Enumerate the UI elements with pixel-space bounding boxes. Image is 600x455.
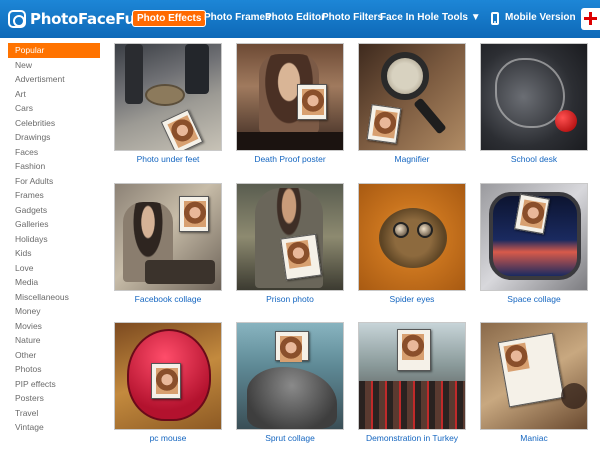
effect-thumbnail-sprut-collage[interactable] — [236, 322, 344, 430]
category-art[interactable]: Art — [8, 87, 100, 102]
collage-photo — [179, 196, 209, 232]
effect-tile[interactable]: School desk — [480, 43, 588, 164]
site-logo[interactable]: PhotoFaceFun — [8, 8, 146, 30]
spider-eye — [417, 222, 433, 238]
nav-photo-frames[interactable]: Photo Frames — [204, 11, 271, 25]
category-pip-effects[interactable]: PIP effects — [8, 377, 100, 392]
effect-tile[interactable]: Death Proof poster — [236, 43, 344, 164]
mouse-photo — [151, 363, 181, 399]
apple-shape — [555, 110, 577, 132]
category-photos[interactable]: Photos — [8, 362, 100, 377]
nav-tools-dropdown[interactable]: Tools ▼ — [442, 11, 481, 25]
effect-thumbnail-prison-photo[interactable] — [236, 183, 344, 291]
effect-tile[interactable]: Sprut collage — [236, 322, 344, 443]
top-navigation-bar: PhotoFaceFun Photo Effects Photo Frames … — [0, 0, 600, 38]
magnifier-handle — [413, 97, 447, 135]
effect-thumbnail-maniac[interactable] — [480, 322, 588, 430]
effect-tile[interactable]: Magnifier — [358, 43, 466, 164]
spider-body — [379, 208, 447, 268]
category-drawings[interactable]: Drawings — [8, 130, 100, 145]
poster-title-band — [237, 132, 343, 150]
effect-tile[interactable]: Prison photo — [236, 183, 344, 304]
manhole-shape — [145, 84, 185, 106]
category-advertisment[interactable]: Advertisment — [8, 72, 100, 87]
category-galleries[interactable]: Galleries — [8, 217, 100, 232]
site-logo-text: PhotoFaceFun — [30, 10, 146, 28]
magnified-photo — [366, 104, 402, 144]
dropped-photo — [160, 109, 204, 150]
effect-thumbnail-facebook-collage[interactable] — [114, 183, 222, 291]
category-popular[interactable]: Popular — [8, 43, 100, 58]
category-celebrities[interactable]: Celebrities — [8, 116, 100, 131]
category-sidebar: Popular New Advertisment Art Cars Celebr… — [8, 43, 100, 435]
boot-shape — [125, 44, 143, 104]
category-travel[interactable]: Travel — [8, 406, 100, 421]
category-vintage[interactable]: Vintage — [8, 420, 100, 435]
boot-shape — [185, 44, 209, 94]
category-nature[interactable]: Nature — [8, 333, 100, 348]
language-selector[interactable] — [581, 8, 600, 30]
category-posters[interactable]: Posters — [8, 391, 100, 406]
wall-photo — [275, 331, 309, 362]
category-faces[interactable]: Faces — [8, 145, 100, 160]
category-other[interactable]: Other — [8, 348, 100, 363]
category-love[interactable]: Love — [8, 261, 100, 276]
spider-eye — [393, 222, 409, 238]
category-frames[interactable]: Frames — [8, 188, 100, 203]
category-cars[interactable]: Cars — [8, 101, 100, 116]
octopus-tentacle — [247, 367, 337, 429]
poster-photo — [297, 84, 327, 120]
held-photo — [280, 233, 322, 281]
effect-caption[interactable]: School desk — [455, 154, 600, 164]
category-miscellaneous[interactable]: Miscellaneous — [8, 290, 100, 305]
pinned-photo — [497, 332, 565, 408]
mobile-phone-icon — [491, 12, 499, 25]
effect-tile[interactable]: Photo under feet — [114, 43, 222, 164]
nav-photo-editor[interactable]: Photo Editor — [265, 11, 325, 25]
effect-thumbnail-demonstration-in-turkey[interactable] — [358, 322, 466, 430]
effect-tile[interactable]: Space collage — [480, 183, 588, 304]
category-kids[interactable]: Kids — [8, 246, 100, 261]
magnifier-lens — [381, 52, 429, 100]
nav-photo-filters[interactable]: Photo Filters — [322, 11, 383, 25]
effect-thumbnail-spider-eyes[interactable] — [358, 183, 466, 291]
effect-thumbnail-pc-mouse[interactable] — [114, 322, 222, 430]
category-new[interactable]: New — [8, 58, 100, 73]
nav-photo-effects[interactable]: Photo Effects — [132, 10, 207, 27]
logo-icon — [8, 10, 26, 28]
effect-thumbnail-death-proof-poster[interactable] — [236, 43, 344, 151]
effect-caption[interactable]: Maniac — [455, 433, 600, 443]
effect-tile[interactable]: Facebook collage — [114, 183, 222, 304]
category-gadgets[interactable]: Gadgets — [8, 203, 100, 218]
category-for-adults[interactable]: For Adults — [8, 174, 100, 189]
effect-tile[interactable]: Spider eyes — [358, 183, 466, 304]
nav-mobile-version[interactable]: Mobile Version — [505, 11, 576, 25]
nav-face-in-hole[interactable]: Face In Hole — [380, 11, 439, 25]
floating-photo — [514, 193, 550, 235]
crowd-shape — [359, 381, 465, 429]
england-flag-cross — [584, 17, 597, 20]
effect-thumbnail-photo-under-feet[interactable] — [114, 43, 222, 151]
category-holidays[interactable]: Holidays — [8, 232, 100, 247]
category-fashion[interactable]: Fashion — [8, 159, 100, 174]
ink-splatter — [561, 383, 587, 409]
category-media[interactable]: Media — [8, 275, 100, 290]
effect-tile[interactable]: pc mouse — [114, 322, 222, 443]
category-movies[interactable]: Movies — [8, 319, 100, 334]
typewriter-shape — [145, 260, 215, 284]
category-money[interactable]: Money — [8, 304, 100, 319]
effect-tile[interactable]: Maniac — [480, 322, 588, 443]
effect-tile[interactable]: Demonstration in Turkey — [358, 322, 466, 443]
protest-sign-photo — [397, 329, 431, 371]
effect-thumbnail-school-desk[interactable] — [480, 43, 588, 151]
effect-caption[interactable]: Space collage — [455, 294, 600, 304]
effect-thumbnail-magnifier[interactable] — [358, 43, 466, 151]
effect-thumbnail-space-collage[interactable] — [480, 183, 588, 291]
